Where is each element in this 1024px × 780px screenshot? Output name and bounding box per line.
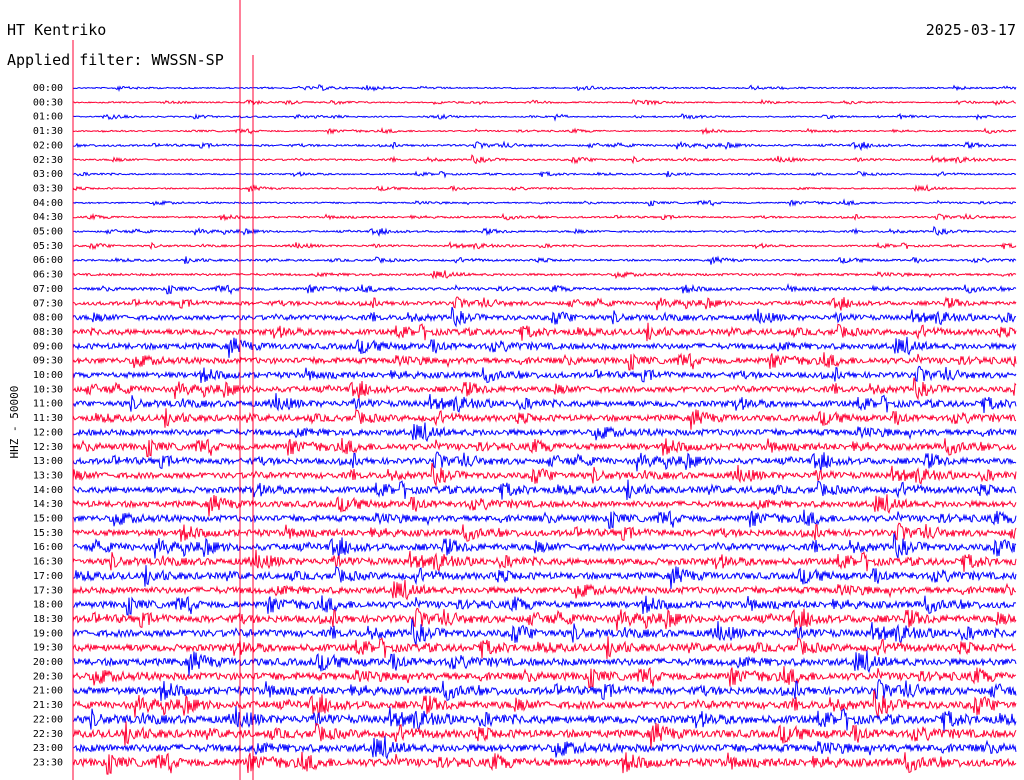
seismic-trace: [72, 607, 1017, 632]
row-time-label: 03:30: [33, 183, 63, 194]
row-time-label: 08:00: [33, 313, 63, 324]
row-time-label: 01:30: [33, 126, 63, 137]
row-time-label: 15:30: [33, 528, 63, 539]
seismic-trace: [72, 533, 1017, 559]
row-time-label: 11:30: [33, 413, 63, 424]
row-time-label: 10:00: [33, 370, 63, 381]
row-time-label: 18:30: [33, 614, 63, 625]
row-time-label: 23:00: [33, 743, 63, 754]
seismic-trace: [72, 751, 1017, 775]
seismic-trace: [72, 462, 1017, 488]
row-time-label: 20:00: [33, 657, 63, 668]
seismic-trace: [72, 377, 1017, 401]
row-time-label: 17:00: [33, 571, 63, 582]
seismic-trace: [72, 579, 1016, 601]
seismic-trace: [72, 336, 1017, 358]
seismic-trace: [72, 706, 1017, 732]
row-time-label: 20:30: [33, 671, 63, 682]
row-time-label: 23:30: [33, 757, 63, 768]
seismic-trace: [72, 721, 1017, 749]
row-time-label: 15:00: [33, 514, 63, 525]
row-time-label: 22:00: [33, 714, 63, 725]
seismic-trace: [72, 408, 1017, 430]
row-time-label: 04:00: [33, 198, 63, 209]
row-time-label: 13:00: [33, 456, 63, 467]
seismic-trace: [72, 565, 1017, 589]
row-time-label: 18:00: [33, 600, 63, 611]
seismic-trace: [72, 437, 1017, 458]
row-time-label: 06:00: [33, 255, 63, 266]
row-time-label: 08:30: [33, 327, 63, 338]
row-time-label: 05:00: [33, 227, 63, 238]
seismic-trace: [72, 112, 1017, 122]
seismic-trace: [72, 322, 1017, 342]
seismic-trace: [72, 270, 1017, 280]
seismic-trace: [72, 84, 1017, 92]
row-time-label: 19:30: [33, 643, 63, 654]
helicorder-plot: 00:00 00:30 01:00 01:30 02:00 02:30 03:00 03:30…: [33, 0, 1017, 780]
seismic-trace: [72, 140, 1017, 152]
row-time-label: 14:00: [33, 485, 63, 496]
row-time-label: 17:30: [33, 585, 63, 596]
seismic-trace: [72, 689, 1017, 718]
seismic-trace: [73, 98, 1017, 107]
seismic-trace: [72, 422, 1017, 443]
seismic-trace: [72, 170, 1017, 179]
row-time-label: 11:00: [33, 399, 63, 410]
row-time-label: 02:00: [33, 140, 63, 151]
seismic-trace: [72, 595, 1017, 616]
seismic-trace: [72, 240, 1017, 251]
seismic-trace: [72, 296, 1017, 311]
seismic-trace: [72, 255, 1017, 265]
seismic-trace: [72, 154, 1017, 165]
seismic-trace: [72, 736, 1017, 760]
row-time-label: 00:30: [33, 97, 63, 108]
row-time-label: 04:30: [33, 212, 63, 223]
seismic-trace: [72, 306, 1017, 328]
row-time-label: 09:00: [33, 341, 63, 352]
seismic-trace: [72, 126, 1017, 136]
row-time-label: 02:30: [33, 155, 63, 166]
row-time-label: 21:30: [33, 700, 63, 711]
row-time-label: 14:30: [33, 499, 63, 510]
seismic-trace: [72, 198, 1017, 208]
seismic-trace: [72, 650, 1017, 677]
row-time-label: 01:00: [33, 112, 63, 123]
row-time-label: 07:00: [33, 284, 63, 295]
seismic-trace: [72, 283, 1017, 295]
row-time-label: 12:30: [33, 442, 63, 453]
row-time-label: 21:00: [33, 686, 63, 697]
seismic-trace: [72, 451, 1017, 472]
seismic-trace: [72, 509, 1017, 529]
row-time-label: 07:30: [33, 298, 63, 309]
seismic-trace: [72, 636, 1017, 659]
seismic-trace: [72, 618, 1017, 645]
seismic-trace: [72, 522, 1017, 542]
row-time-label: 03:00: [33, 169, 63, 180]
row-time-label: 00:00: [33, 83, 63, 94]
seismic-trace: [72, 225, 1017, 237]
row-time-label: 09:30: [33, 356, 63, 367]
seismic-trace: [72, 365, 1017, 384]
seismic-trace: [72, 549, 1017, 572]
seismic-trace: [72, 183, 1017, 193]
row-time-label: 06:30: [33, 270, 63, 281]
seismic-trace: [72, 212, 1017, 222]
row-time-label: 13:30: [33, 470, 63, 481]
seismic-trace: [72, 666, 1017, 689]
row-time-label: 12:00: [33, 427, 63, 438]
row-time-label: 10:30: [33, 384, 63, 395]
row-time-label: 19:00: [33, 628, 63, 639]
row-time-label: 05:30: [33, 241, 63, 252]
seismic-trace: [72, 393, 1017, 414]
row-time-label: 16:00: [33, 542, 63, 553]
row-time-label: 16:30: [33, 557, 63, 568]
seismic-trace: [72, 352, 1017, 371]
row-time-label: 22:30: [33, 729, 63, 740]
